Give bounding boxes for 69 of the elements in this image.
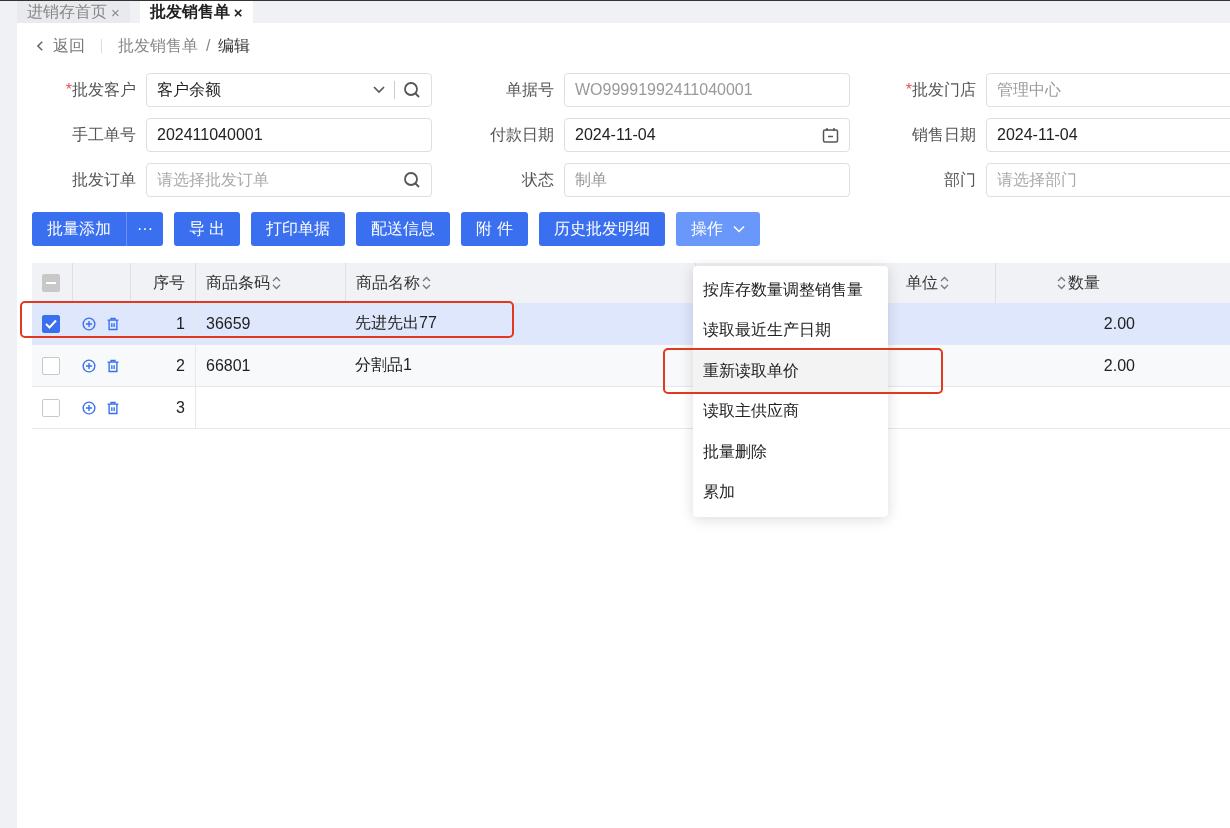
table-cell: 3 xyxy=(176,398,185,417)
toolbar-button[interactable]: 历史批发明细 xyxy=(538,212,665,246)
search-icon[interactable] xyxy=(403,81,421,99)
field-label: 状态 xyxy=(522,170,554,188)
toolbar-button[interactable]: 操作 xyxy=(675,212,760,246)
close-icon[interactable]: × xyxy=(233,4,243,20)
field-label: 付款日期 xyxy=(490,125,554,143)
table-cell: 2.00 xyxy=(1103,314,1135,333)
menu-item[interactable]: 读取主供应商 xyxy=(693,391,888,432)
breadcrumb-separator: / xyxy=(206,37,211,55)
input-field[interactable]: 202411040001 xyxy=(146,118,432,152)
table-cell: 66801 xyxy=(206,356,251,375)
row-checkbox[interactable] xyxy=(42,356,60,375)
field-label: 手工单号 xyxy=(72,125,136,143)
input-field[interactable]: 请选择部门 xyxy=(986,163,1230,197)
table-cell-text: 分割品1 xyxy=(355,355,412,375)
field-label: 销售日期 xyxy=(912,125,976,143)
sort-icon[interactable] xyxy=(422,276,431,290)
sort-icon[interactable] xyxy=(272,276,281,290)
back-chevron-icon[interactable] xyxy=(36,40,45,52)
calendar-icon[interactable] xyxy=(822,126,839,144)
toolbar-button[interactable]: 打印单据 xyxy=(251,212,346,246)
tab[interactable]: 批发销售单 × xyxy=(139,1,253,23)
field-label: 批发订单 xyxy=(72,170,136,188)
breadcrumb-current: 编辑 xyxy=(218,35,251,56)
table-cell-text: 先进先出77 xyxy=(355,313,437,333)
dropdown-caret-icon[interactable] xyxy=(372,85,386,95)
field-label: 批发门店 xyxy=(912,80,976,98)
input-field[interactable]: 管理中心 xyxy=(986,73,1230,107)
toolbar-button[interactable]: 配送信息 xyxy=(356,212,451,246)
table-cell: 1 xyxy=(176,314,185,333)
input-field[interactable]: 2024-11-04 xyxy=(986,118,1230,152)
input-field[interactable]: 制单 xyxy=(564,163,850,197)
row-checkbox[interactable] xyxy=(42,314,60,333)
column-header: 商品名称 xyxy=(356,272,420,293)
required-mark: * xyxy=(65,80,72,98)
menu-item[interactable]: 批量删除 xyxy=(693,432,888,473)
close-icon[interactable]: × xyxy=(111,4,120,20)
sort-icon[interactable] xyxy=(940,276,949,290)
toolbar-button[interactable]: 导 出 xyxy=(174,212,241,246)
required-mark: * xyxy=(905,80,912,98)
menu-item[interactable]: 读取最近生产日期 xyxy=(693,310,888,351)
breadcrumb-link[interactable]: 批发销售单 xyxy=(118,35,198,57)
batch-add-button[interactable]: 批量添加 xyxy=(32,212,127,246)
back-link[interactable]: 返回 xyxy=(53,35,85,57)
sort-icon[interactable] xyxy=(1057,276,1066,290)
menu-item[interactable]: 累加 xyxy=(693,472,888,513)
table-cell: 36659 xyxy=(206,314,251,333)
tab[interactable]: 进销存首页 × xyxy=(17,1,130,23)
column-header: 商品条码 xyxy=(206,272,270,293)
menu-item[interactable]: 重新读取单价 xyxy=(693,351,888,392)
search-icon[interactable] xyxy=(403,171,421,189)
input-field[interactable]: 2024-11-04 xyxy=(564,118,850,152)
input-field[interactable]: 请选择批发订单 xyxy=(146,163,432,197)
row-checkbox[interactable] xyxy=(42,398,60,417)
column-header: 单位 xyxy=(906,272,938,293)
select-all-checkbox[interactable] xyxy=(42,274,60,292)
table-cell: 2.00 xyxy=(1103,356,1135,375)
column-header: 序号 xyxy=(153,272,185,293)
more-button[interactable]: ··· xyxy=(127,212,163,246)
field-label: 部门 xyxy=(944,170,976,188)
input-field[interactable]: 客户余额 xyxy=(146,73,432,107)
field-label: 单据号 xyxy=(506,80,554,98)
input-field[interactable]: WO99991992411040001 xyxy=(564,73,850,107)
field-label: 批发客户 xyxy=(72,80,136,98)
toolbar-button[interactable]: 附 件 xyxy=(461,212,528,246)
menu-item[interactable]: 按库存数量调整销售量 xyxy=(693,270,888,311)
table-cell: 2 xyxy=(176,356,185,375)
column-header: 数量 xyxy=(1068,272,1100,293)
